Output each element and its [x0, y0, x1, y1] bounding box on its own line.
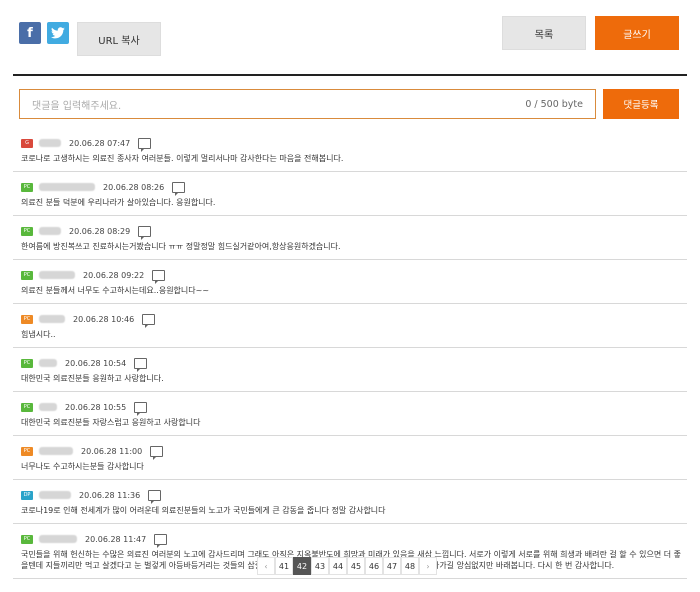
comment-row: PC 20.06.28 10:46 힘냅시다.. — [13, 304, 687, 348]
page-43-button[interactable]: 43 — [311, 557, 329, 575]
comment-text: 의료진 분들께서 너무도 수고하시는데요..응원합니다~~ — [21, 286, 210, 295]
comment-meta: PC 20.06.28 08:26 — [21, 179, 687, 196]
comment-date: 20.06.28 11:47 — [85, 534, 147, 544]
reply-bubble-icon[interactable] — [148, 489, 162, 504]
comment-date: 20.06.28 08:26 — [103, 182, 165, 192]
comment-row: PC 20.06.28 10:54 대한민국 의료진분들 응원하고 사랑합니다. — [13, 348, 687, 392]
comment-row: PC 20.06.28 11:00 너무나도 수고하시는분들 감사합니다 — [13, 436, 687, 480]
device-badge: PC — [21, 534, 33, 544]
next-page-button[interactable]: › — [419, 557, 437, 575]
comment-meta: PC 20.06.28 09:22 — [21, 267, 687, 284]
reply-bubble-icon[interactable] — [150, 445, 164, 460]
device-badge: PC — [21, 270, 33, 280]
page-47-button[interactable]: 47 — [383, 557, 401, 575]
comment-date: 20.06.28 10:54 — [65, 358, 127, 368]
comment-meta: PC 20.06.28 11:00 — [21, 443, 687, 460]
reply-bubble-icon[interactable] — [138, 225, 152, 240]
facebook-share-icon[interactable]: f — [19, 22, 41, 44]
comment-meta: PC 20.06.28 08:29 — [21, 223, 687, 240]
reply-bubble-icon[interactable] — [134, 357, 148, 372]
comment-meta: DP 20.06.28 11:36 — [21, 487, 687, 504]
device-badge: DP — [21, 490, 33, 500]
comment-text: 대한민국 의료진분들 자랑스럽고 응원하고 사랑합니다 — [21, 418, 201, 427]
comment-date: 20.06.28 08:29 — [69, 226, 131, 236]
author-nickname[interactable] — [39, 491, 71, 499]
author-nickname[interactable] — [39, 139, 61, 147]
reply-bubble-icon[interactable] — [152, 269, 166, 284]
pagination: ‹ 41 42 43 44 45 46 47 48 › — [257, 557, 437, 575]
list-button[interactable]: 목록 — [502, 16, 586, 50]
comment-row: G 20.06.28 07:47 코로나로 고생하시는 의료진 종사자 여러분들. … — [13, 128, 687, 172]
author-nickname[interactable] — [39, 535, 77, 543]
device-badge: PC — [21, 358, 33, 368]
author-nickname[interactable] — [39, 359, 57, 367]
comment-date: 20.06.28 11:36 — [79, 490, 141, 500]
author-nickname[interactable] — [39, 403, 57, 411]
write-button[interactable]: 글쓰기 — [595, 16, 679, 50]
comment-row: PC 20.06.28 08:29 한여름에 방진복쓰고 진료하시는거봤습니다 ㅠㅠ… — [13, 216, 687, 260]
page-42-button[interactable]: 42 — [293, 557, 311, 575]
comment-text: 코로나19로 인해 전세계가 많이 어려운데 의료진분들의 노고가 국민들에게 … — [21, 506, 386, 515]
comment-text: 너무나도 수고하시는분들 감사합니다 — [21, 462, 144, 471]
comment-row: PC 20.06.28 08:26 의료진 분들 덕분에 우리나라가 살아있습니다.… — [13, 172, 687, 216]
comment-row: DP 20.06.28 11:36 코로나19로 인해 전세계가 많이 어려운데 의… — [13, 480, 687, 524]
share-toolbar: f URL 복사 목록 글쓰기 — [0, 0, 700, 76]
comment-meta: PC 20.06.28 11:47 — [21, 531, 687, 548]
comment-text: 한여름에 방진복쓰고 진료하시는거봤습니다 ㅠㅠ 정말정말 힘드실거같아여,항상… — [21, 242, 341, 251]
header-divider — [13, 74, 687, 76]
device-badge: G — [21, 138, 33, 148]
device-badge: PC — [21, 182, 33, 192]
comment-meta: PC 20.06.28 10:46 — [21, 311, 687, 328]
comment-row: PC 20.06.28 10:55 대한민국 의료진분들 자랑스럽고 응원하고 사랑… — [13, 392, 687, 436]
reply-bubble-icon[interactable] — [138, 137, 152, 152]
page-48-button[interactable]: 48 — [401, 557, 419, 575]
comment-submit-button[interactable]: 댓글등록 — [603, 89, 679, 119]
reply-bubble-icon[interactable] — [154, 533, 168, 548]
prev-page-button[interactable]: ‹ — [257, 557, 275, 575]
byte-counter: 0 / 500 byte — [525, 98, 583, 110]
device-badge: PC — [21, 446, 33, 456]
comment-meta: PC 20.06.28 10:55 — [21, 399, 687, 416]
device-badge: PC — [21, 402, 33, 412]
comment-date: 20.06.28 11:00 — [81, 446, 143, 456]
reply-bubble-icon[interactable] — [172, 181, 186, 196]
device-badge: PC — [21, 226, 33, 236]
page-44-button[interactable]: 44 — [329, 557, 347, 575]
url-copy-button[interactable]: URL 복사 — [77, 22, 161, 56]
author-nickname[interactable] — [39, 315, 65, 323]
page-46-button[interactable]: 46 — [365, 557, 383, 575]
comment-row: PC 20.06.28 09:22 의료진 분들께서 너무도 수고하시는데요..응원… — [13, 260, 687, 304]
comment-text: 힘냅시다.. — [21, 330, 56, 339]
comment-placeholder: 댓글을 입력해주세요. — [32, 100, 122, 112]
comment-date: 20.06.28 10:55 — [65, 402, 127, 412]
comment-text: 대한민국 의료진분들 응원하고 사랑합니다. — [21, 374, 164, 383]
author-nickname[interactable] — [39, 271, 75, 279]
author-nickname[interactable] — [39, 183, 95, 191]
comment-meta: PC 20.06.28 10:54 — [21, 355, 687, 372]
comment-date: 20.06.28 09:22 — [83, 270, 145, 280]
twitter-share-icon[interactable] — [47, 22, 69, 44]
twitter-bird-icon — [51, 27, 65, 39]
author-nickname[interactable] — [39, 227, 61, 235]
comment-meta: G 20.06.28 07:47 — [21, 135, 687, 152]
author-nickname[interactable] — [39, 447, 73, 455]
comment-date: 20.06.28 07:47 — [69, 138, 131, 148]
device-badge: PC — [21, 314, 33, 324]
comment-text: 코로나로 고생하시는 의료진 종사자 여러분들. 이렇게 멀리서나마 감사한다는… — [21, 154, 344, 163]
comment-date: 20.06.28 10:46 — [73, 314, 135, 324]
comment-text: 의료진 분들 덕분에 우리나라가 살아있습니다. 응원합니다. — [21, 198, 216, 207]
page-41-button[interactable]: 41 — [275, 557, 293, 575]
reply-bubble-icon[interactable] — [142, 313, 156, 328]
comment-input[interactable]: 댓글을 입력해주세요. 0 / 500 byte — [19, 89, 596, 119]
reply-bubble-icon[interactable] — [134, 401, 148, 416]
comment-list: G 20.06.28 07:47 코로나로 고생하시는 의료진 종사자 여러분들. … — [13, 128, 687, 579]
page-45-button[interactable]: 45 — [347, 557, 365, 575]
